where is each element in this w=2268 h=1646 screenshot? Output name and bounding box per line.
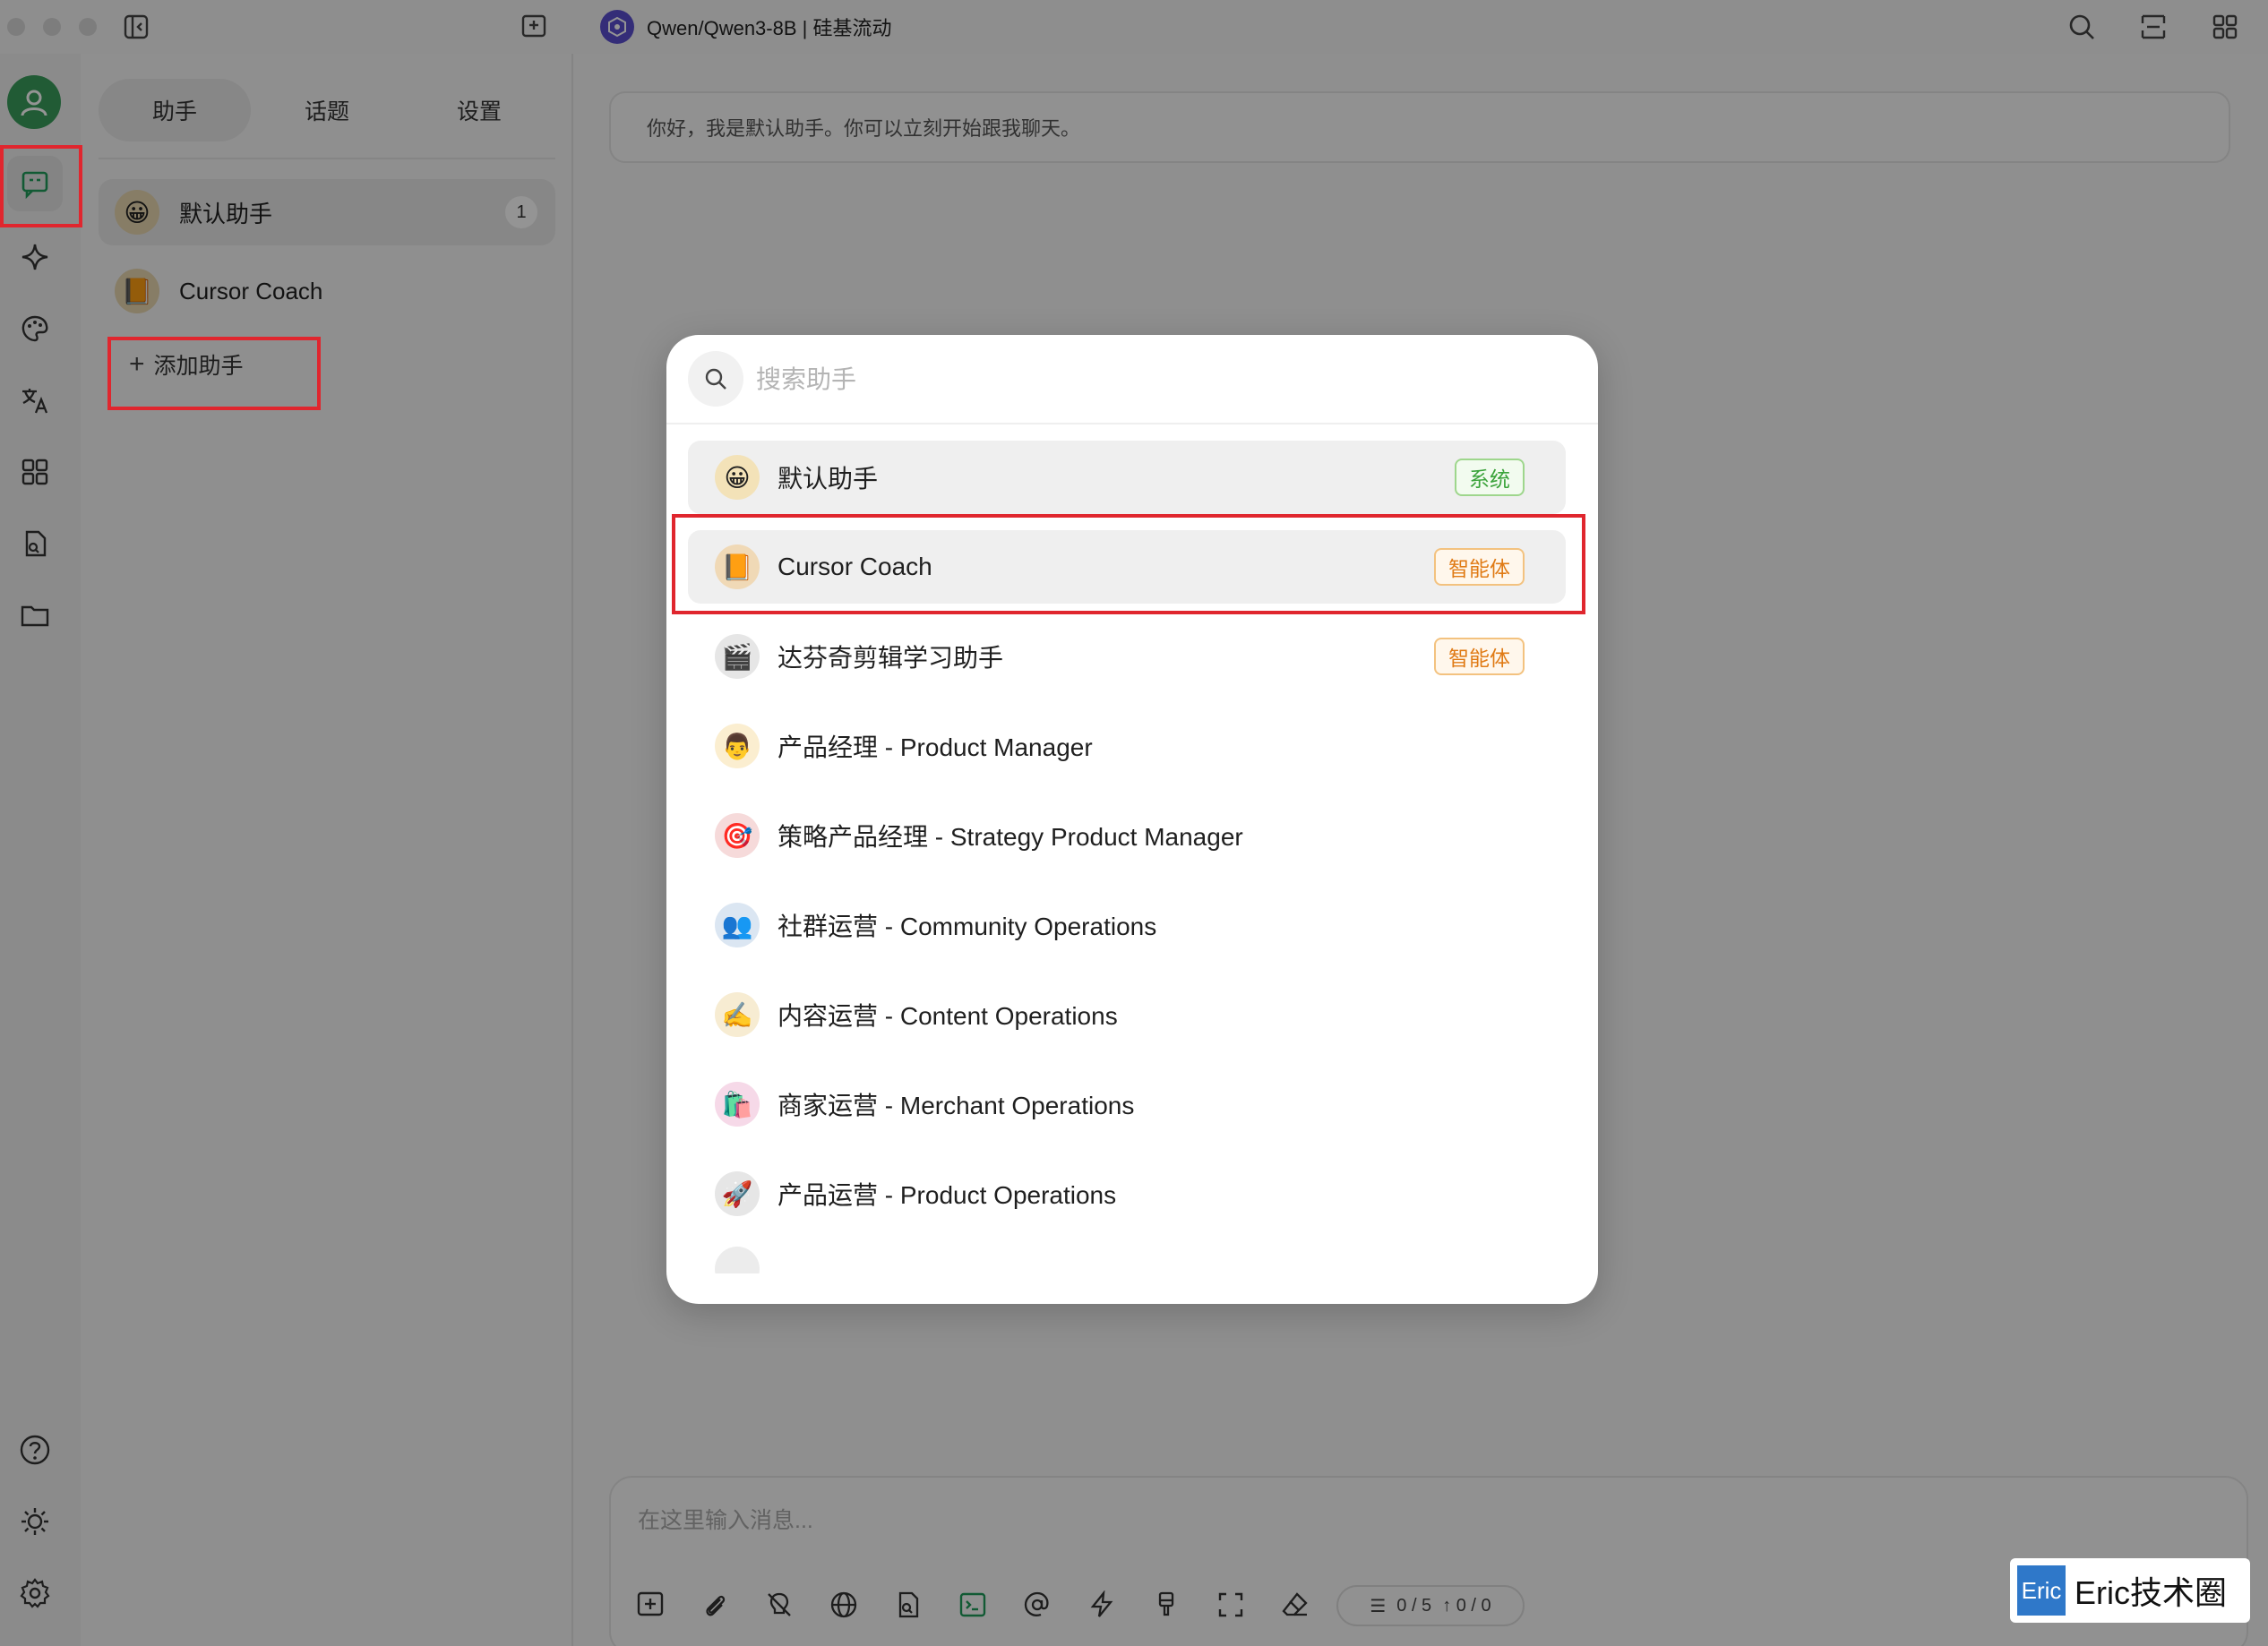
watermark-logo: Eric bbox=[2017, 1565, 2066, 1616]
assistant-emoji-icon: 🛍️ bbox=[715, 1082, 760, 1127]
highlight-box-cursor-coach bbox=[672, 514, 1585, 614]
assistant-emoji-icon: ✍️ bbox=[715, 992, 760, 1037]
list-item-davinci-assistant[interactable]: 🎬 达芬奇剪辑学习助手 智能体 bbox=[688, 620, 1566, 693]
assistant-picker-modal: 😀 默认助手 系统 📙 Cursor Coach 智能体 🎬 达芬奇剪辑学习助手… bbox=[666, 335, 1598, 1304]
system-badge: 系统 bbox=[1455, 459, 1525, 496]
assistant-search-input[interactable] bbox=[756, 355, 1562, 405]
list-item-product-manager[interactable]: 👨 产品经理 - Product Manager bbox=[688, 709, 1566, 783]
list-item-merchant-operations[interactable]: 🛍️ 商家运营 - Merchant Operations bbox=[688, 1067, 1566, 1141]
agent-badge: 智能体 bbox=[1434, 638, 1525, 675]
list-item-name: 产品运营 - Product Operations bbox=[777, 1181, 1117, 1209]
assistant-emoji-icon: 🚀 bbox=[715, 1171, 760, 1216]
assistant-emoji-icon bbox=[715, 1247, 760, 1273]
list-item-name: 内容运营 - Content Operations bbox=[777, 1002, 1118, 1030]
assistant-emoji-icon: 🎬 bbox=[715, 634, 760, 679]
assistant-emoji-icon: 🎯 bbox=[715, 813, 760, 858]
search-icon bbox=[688, 351, 743, 407]
list-item-strategy-product-manager[interactable]: 🎯 策略产品经理 - Strategy Product Manager bbox=[688, 799, 1566, 872]
assistant-emoji-icon: 😀 bbox=[715, 455, 760, 500]
list-item-content-operations[interactable]: ✍️ 内容运营 - Content Operations bbox=[688, 978, 1566, 1051]
list-item-name: 产品经理 - Product Manager bbox=[777, 733, 1093, 761]
list-item-name: 社群运营 - Community Operations bbox=[777, 913, 1157, 940]
list-item-partial bbox=[688, 1238, 1566, 1273]
list-item-name: 达芬奇剪辑学习助手 bbox=[777, 644, 1004, 672]
list-item-name: 商家运营 - Merchant Operations bbox=[777, 1092, 1135, 1119]
assistant-emoji-icon: 👥 bbox=[715, 903, 760, 947]
list-item-default-assistant[interactable]: 😀 默认助手 系统 bbox=[688, 441, 1566, 514]
modal-search-row bbox=[666, 335, 1598, 424]
assistant-emoji-icon: 👨 bbox=[715, 724, 760, 768]
list-item-community-operations[interactable]: 👥 社群运营 - Community Operations bbox=[688, 888, 1566, 962]
highlight-box-add-assistant bbox=[107, 337, 321, 410]
highlight-box-chat bbox=[0, 145, 82, 227]
list-item-product-operations[interactable]: 🚀 产品运营 - Product Operations bbox=[688, 1157, 1566, 1230]
watermark-text: Eric技术圈 bbox=[2075, 1574, 2227, 1611]
list-item-name: 策略产品经理 - Strategy Product Manager bbox=[777, 823, 1243, 851]
list-item-name: 默认助手 bbox=[777, 465, 879, 493]
watermark: Eric Eric技术圈 bbox=[2010, 1558, 2250, 1623]
